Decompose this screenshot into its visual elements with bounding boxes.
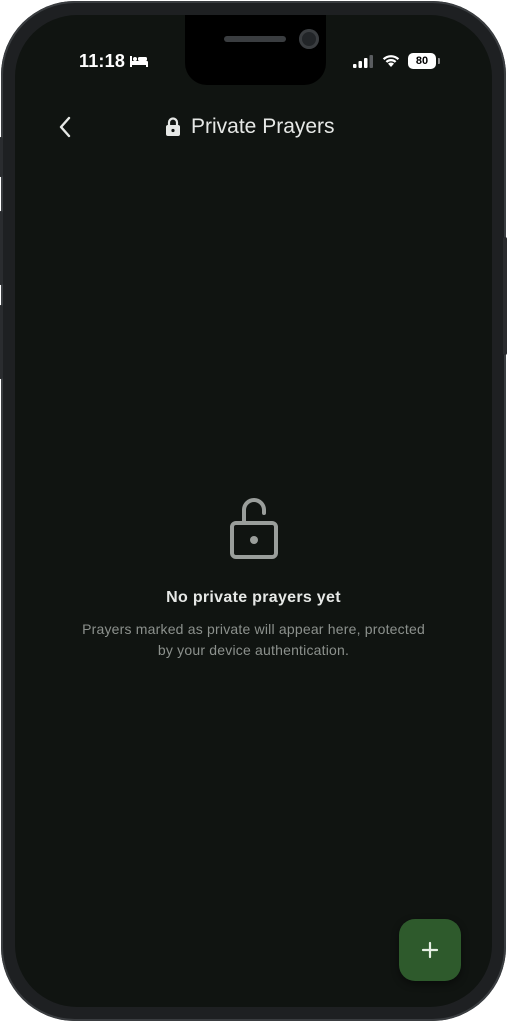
wifi-icon (382, 55, 400, 67)
front-camera (299, 29, 319, 49)
back-button[interactable] (51, 113, 79, 141)
silent-switch (0, 137, 3, 177)
power-button (503, 237, 507, 355)
cellular-signal-icon (353, 55, 373, 68)
plus-icon (421, 941, 439, 959)
battery-tip (438, 58, 440, 64)
battery-indicator: 80 (408, 53, 436, 69)
volume-down-button (0, 305, 3, 379)
status-time: 11:18 (79, 51, 126, 71)
add-prayer-button[interactable] (399, 919, 461, 981)
lock-icon (166, 117, 180, 136)
chevron-left-icon (59, 116, 71, 138)
page-title: Private Prayers (165, 113, 335, 141)
volume-up-button (0, 211, 3, 285)
page-title-text: Private Prayers (191, 115, 335, 138)
empty-state-title: No private prayers yet (166, 589, 341, 606)
sleep-focus-icon (130, 56, 148, 67)
empty-state: No private prayers yet Prayers marked as… (15, 495, 492, 661)
unlocked-padlock-icon (229, 498, 278, 559)
phone-frame: 11:18 80 Private Prayers No private pray… (0, 1, 507, 1021)
app-screen: 11:18 80 Private Prayers No private pray… (15, 15, 492, 1007)
earpiece-speaker (224, 36, 286, 42)
empty-state-description: Prayers marked as private will appear he… (82, 621, 425, 658)
notch (185, 15, 326, 85)
